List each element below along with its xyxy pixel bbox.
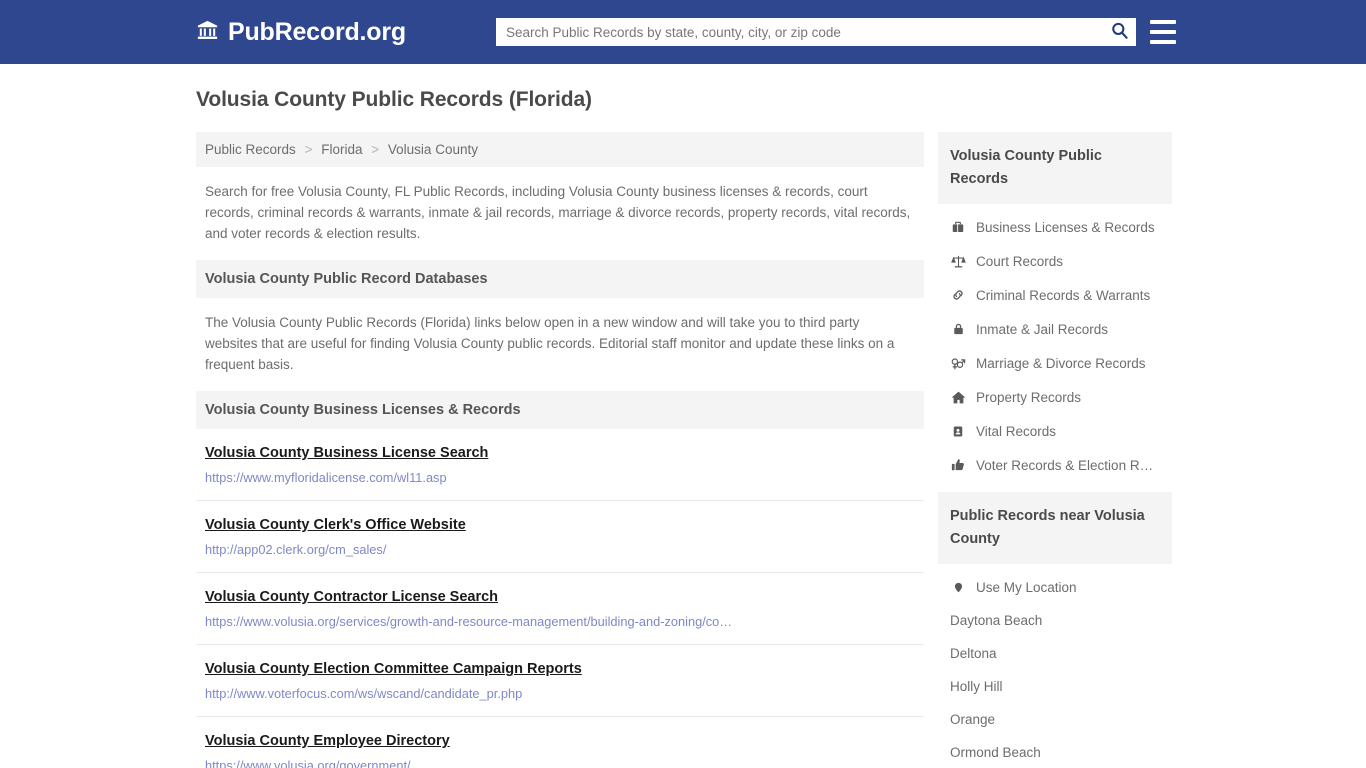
sidebar-item-orange[interactable]: Orange bbox=[938, 703, 1172, 736]
record-link-title[interactable]: Volusia County Employee Directory bbox=[205, 732, 450, 750]
sidebar-item-label: Ormond Beach bbox=[950, 745, 1041, 760]
breadcrumb-item-volusia-county: Volusia County bbox=[387, 142, 478, 157]
record-link-title[interactable]: Volusia County Clerk's Office Website bbox=[205, 516, 466, 534]
list-item: Volusia County Election Committee Campai… bbox=[196, 645, 924, 717]
record-link-url: https://www.myfloridalicense.com/wl11.as… bbox=[205, 470, 447, 485]
sidebar-item-label: Orange bbox=[950, 712, 996, 727]
databases-heading: Volusia County Public Record Databases bbox=[196, 260, 924, 298]
content-columns: Public Records > Florida > Volusia Count… bbox=[0, 112, 1366, 768]
record-link-url: http://www.voterfocus.com/ws/wscand/cand… bbox=[205, 686, 523, 701]
page-title: Volusia County Public Records (Florida) bbox=[196, 88, 592, 111]
briefcase-icon bbox=[950, 219, 966, 235]
breadcrumb-item-public-records[interactable]: Public Records bbox=[205, 142, 296, 157]
sidebar-item-court-records[interactable]: Court Records bbox=[938, 244, 1172, 278]
home-icon bbox=[950, 389, 966, 405]
sidebar-item-label: Use My Location bbox=[976, 579, 1077, 595]
sidebar-item-label: Criminal Records & Warrants bbox=[976, 287, 1151, 303]
id-badge-icon bbox=[950, 423, 966, 439]
sidebar-item-ormond-beach[interactable]: Ormond Beach bbox=[938, 736, 1172, 768]
record-link-title[interactable]: Volusia County Business License Search bbox=[205, 444, 488, 462]
record-link-url: https://www.volusia.org/services/growth-… bbox=[205, 614, 733, 629]
sidebar-item-label: Court Records bbox=[976, 253, 1064, 269]
record-link-url: https://www.volusia.org/government/ bbox=[205, 758, 411, 768]
chain-link-icon bbox=[950, 287, 966, 303]
record-link-title[interactable]: Volusia County Contractor License Search bbox=[205, 588, 498, 606]
sidebar-item-use-my-location[interactable]: Use My Location bbox=[938, 570, 1172, 604]
sidebar-item-label: Inmate & Jail Records bbox=[976, 321, 1109, 337]
search-button[interactable] bbox=[1102, 18, 1136, 46]
menu-bar-2 bbox=[1150, 30, 1176, 34]
search-bar bbox=[496, 18, 1136, 46]
databases-paragraph: The Volusia County Public Records (Flori… bbox=[205, 315, 895, 372]
breadcrumb-separator: > bbox=[304, 142, 313, 157]
site-logo[interactable]: PubRecord.org bbox=[196, 19, 406, 46]
breadcrumb: Public Records > Florida > Volusia Count… bbox=[196, 132, 924, 167]
sidebar-item-label: Property Records bbox=[976, 389, 1082, 405]
sidebar-item-label: Daytona Beach bbox=[950, 613, 1043, 628]
site-header: PubRecord.org bbox=[0, 0, 1366, 64]
sidebar-item-business-licenses[interactable]: Business Licenses & Records bbox=[938, 210, 1172, 244]
sidebar-item-label: Business Licenses & Records bbox=[976, 219, 1155, 235]
sidebar-item-daytona-beach[interactable]: Daytona Beach bbox=[938, 604, 1172, 637]
intro-paragraph: Search for free Volusia County, FL Publi… bbox=[205, 184, 911, 241]
sidebar-near-list: Use My Location Daytona Beach Deltona Ho… bbox=[938, 564, 1172, 768]
sidebar-item-criminal-records[interactable]: Criminal Records & Warrants bbox=[938, 278, 1172, 312]
bank-icon bbox=[196, 19, 219, 46]
search-icon bbox=[1110, 21, 1129, 43]
record-link-list: Volusia County Business License Search h… bbox=[196, 429, 924, 768]
sidebar-item-label: Deltona bbox=[950, 646, 997, 661]
business-section-heading: Volusia County Business Licenses & Recor… bbox=[196, 391, 924, 429]
hamburger-menu-icon[interactable] bbox=[1150, 20, 1176, 44]
sidebar-near-heading: Public Records near Volusia County bbox=[938, 492, 1172, 564]
record-link-title[interactable]: Volusia County Election Committee Campai… bbox=[205, 660, 582, 678]
sidebar-item-voter-records[interactable]: Voter Records & Election R… bbox=[938, 448, 1172, 482]
sidebar-item-label: Marriage & Divorce Records bbox=[976, 355, 1146, 371]
sidebar-item-holly-hill[interactable]: Holly Hill bbox=[938, 670, 1172, 703]
record-link-url: http://app02.clerk.org/cm_sales/ bbox=[205, 542, 387, 557]
sidebar-item-deltona[interactable]: Deltona bbox=[938, 637, 1172, 670]
sidebar-records-list: Business Licenses & Records Court Record… bbox=[938, 204, 1172, 492]
venus-mars-icon bbox=[950, 355, 966, 371]
breadcrumb-separator: > bbox=[371, 142, 380, 157]
list-item: Volusia County Employee Directory https:… bbox=[196, 717, 924, 768]
sidebar: Volusia County Public Records Business L… bbox=[938, 132, 1172, 768]
menu-bar-3 bbox=[1150, 40, 1176, 44]
list-item: Volusia County Business License Search h… bbox=[196, 429, 924, 501]
lock-icon bbox=[950, 321, 966, 337]
sidebar-item-property-records[interactable]: Property Records bbox=[938, 380, 1172, 414]
sidebar-item-label: Holly Hill bbox=[950, 679, 1003, 694]
sidebar-records-heading: Volusia County Public Records bbox=[938, 132, 1172, 204]
sidebar-item-inmate-jail-records[interactable]: Inmate & Jail Records bbox=[938, 312, 1172, 346]
map-marker-icon bbox=[950, 579, 966, 595]
menu-bar-1 bbox=[1150, 20, 1176, 24]
main-content: Public Records > Florida > Volusia Count… bbox=[196, 132, 924, 768]
search-input[interactable] bbox=[496, 18, 1102, 46]
breadcrumb-item-florida[interactable]: Florida bbox=[321, 142, 362, 157]
site-logo-text: PubRecord.org bbox=[228, 17, 406, 46]
sidebar-item-label: Vital Records bbox=[976, 423, 1057, 439]
sidebar-item-marriage-divorce-records[interactable]: Marriage & Divorce Records bbox=[938, 346, 1172, 380]
sidebar-item-vital-records[interactable]: Vital Records bbox=[938, 414, 1172, 448]
balance-scale-icon bbox=[950, 253, 966, 269]
page-body: Volusia County Public Records (Florida) … bbox=[0, 64, 1366, 768]
list-item: Volusia County Contractor License Search… bbox=[196, 573, 924, 645]
thumbs-up-icon bbox=[950, 457, 966, 473]
sidebar-item-label: Voter Records & Election R… bbox=[976, 457, 1154, 473]
list-item: Volusia County Clerk's Office Website ht… bbox=[196, 501, 924, 573]
